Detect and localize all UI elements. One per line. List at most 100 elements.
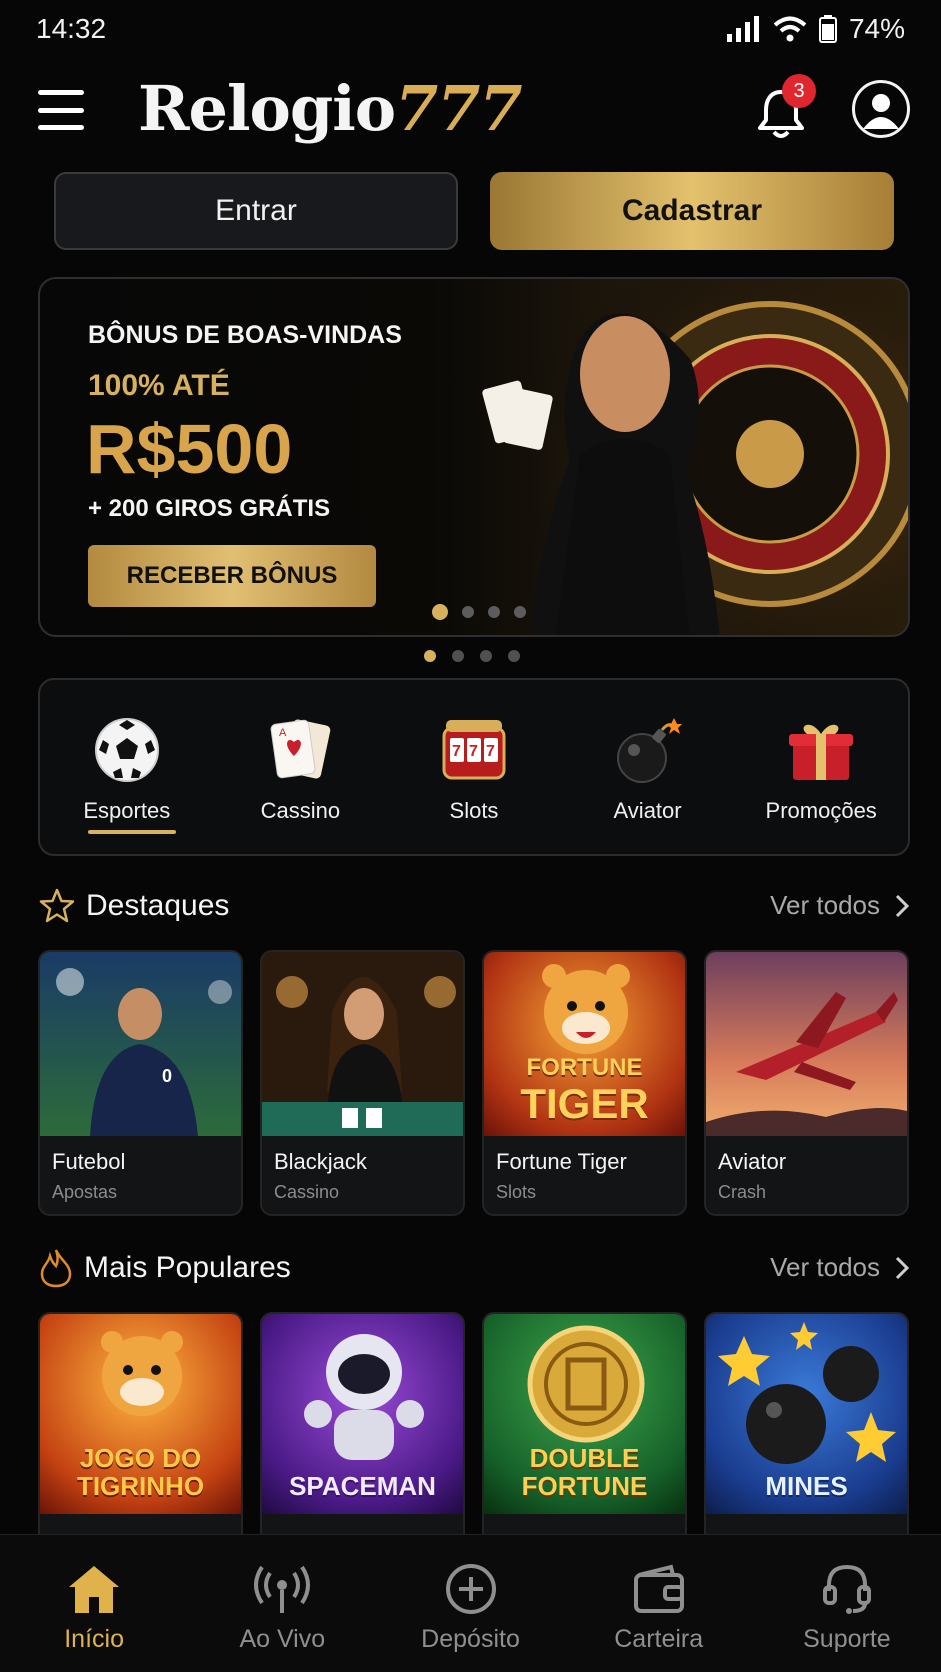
game-card-double-fortune[interactable]: DOUBLE FORTUNE xyxy=(482,1312,687,1552)
game-category: Crash xyxy=(718,1182,767,1202)
battery-level: 74% xyxy=(848,13,905,44)
logo[interactable]: Relogio777 xyxy=(138,72,523,145)
category-esportes[interactable]: Esportes xyxy=(40,680,214,854)
chevron-right-icon xyxy=(895,894,910,917)
fortune-tiger-art-line2: TIGER xyxy=(520,1080,649,1127)
nav-label: Suporte xyxy=(803,1625,891,1653)
nav-ao-vivo[interactable]: Ao Vivo xyxy=(188,1535,376,1672)
promo-banner[interactable]: BÔNUS DE BOAS-VINDAS 100% ATÉ R$500 + 20… xyxy=(38,277,910,637)
game-card-aviator[interactable]: Aviator Crash xyxy=(704,950,909,1216)
banner-roulette-image xyxy=(460,279,908,635)
game-name: Fortune Tiger xyxy=(496,1149,627,1174)
svg-text:7: 7 xyxy=(452,743,461,760)
banner-pagination xyxy=(432,604,526,620)
top-bar: Relogio777 3 xyxy=(0,62,941,162)
broadcast-icon xyxy=(254,1565,311,1613)
game-card-blackjack[interactable]: Blackjack Cassino xyxy=(260,950,465,1216)
category-label: Promoções xyxy=(765,798,877,823)
section-title: Destaques xyxy=(86,889,230,922)
nav-inicio[interactable]: Início xyxy=(0,1535,188,1672)
carousel-dot[interactable] xyxy=(508,650,520,662)
status-bar: 14:32 74% xyxy=(0,0,941,58)
see-all-label: Ver todos xyxy=(770,890,880,920)
battery-icon xyxy=(818,15,837,43)
category-slots[interactable]: 7 7 7 Slots xyxy=(387,680,561,854)
svg-text:0: 0 xyxy=(162,1066,172,1086)
status-icons: 74% xyxy=(726,13,905,45)
carousel-dot[interactable] xyxy=(480,650,492,662)
nav-label: Depósito xyxy=(421,1625,520,1653)
game-card-mines[interactable]: MINES xyxy=(704,1312,909,1552)
soccer-ball-icon xyxy=(94,718,159,782)
logo-text: Relogio xyxy=(138,72,396,145)
banner-percent: 100% ATÉ xyxy=(88,369,230,402)
wifi-icon xyxy=(773,16,807,42)
category-label: Esportes xyxy=(83,798,171,823)
game-name: Blackjack xyxy=(274,1149,367,1174)
popular-header: Mais Populares Ver todos xyxy=(38,1246,910,1290)
menu-icon-line xyxy=(38,90,84,95)
svg-text:A: A xyxy=(279,727,287,739)
popular-cards: JOGO DO TIGRINHO SPACEMAN DOUBLE FORTUNE… xyxy=(38,1312,910,1552)
category-aviator[interactable]: Aviator xyxy=(561,680,735,854)
user-icon xyxy=(863,94,899,129)
nav-carteira[interactable]: Carteira xyxy=(565,1535,753,1672)
bottom-nav: Início Ao Vivo Depósito Carteira Suporte xyxy=(0,1534,941,1672)
game-card-spaceman[interactable]: SPACEMAN xyxy=(260,1312,465,1552)
category-promocoes[interactable]: Promoções xyxy=(734,680,908,854)
signup-button[interactable]: Cadastrar xyxy=(490,172,894,250)
game-name: Futebol xyxy=(52,1149,126,1174)
aviator-thumbnail xyxy=(706,952,907,1136)
plus-circle-icon xyxy=(445,1564,496,1614)
see-all-popular-link[interactable]: Ver todos xyxy=(770,1252,910,1283)
nav-suporte[interactable]: Suporte xyxy=(753,1535,941,1672)
game-card-jogo-do-tigrinho[interactable]: JOGO DO TIGRINHO xyxy=(38,1312,243,1552)
game-name: Aviator xyxy=(718,1149,787,1174)
avatar[interactable] xyxy=(852,80,910,138)
fortune-tiger-art-line1: FORTUNE xyxy=(526,1054,643,1081)
wallet-icon xyxy=(633,1564,684,1613)
fortune-tiger-thumbnail: FORTUNE TIGER xyxy=(484,952,685,1136)
headset-icon xyxy=(822,1564,871,1614)
banner-dot[interactable] xyxy=(488,606,500,618)
tigrinho-thumbnail: JOGO DO TIGRINHO xyxy=(40,1314,241,1514)
nav-deposito[interactable]: Depósito xyxy=(376,1535,564,1672)
carousel-dot[interactable] xyxy=(452,650,464,662)
banner-dot[interactable] xyxy=(432,604,448,620)
login-button[interactable]: Entrar xyxy=(54,172,458,250)
banner-subtitle: BÔNUS DE BOAS-VINDAS xyxy=(88,321,402,349)
menu-icon-line xyxy=(38,125,84,130)
category-label: Aviator xyxy=(613,798,682,823)
double-fortune-thumbnail: DOUBLE FORTUNE xyxy=(484,1314,685,1514)
status-time: 14:32 xyxy=(36,13,107,44)
popular-title-line1: DOUBLE xyxy=(529,1443,640,1473)
game-card-futebol[interactable]: 0 Futebol Apostas xyxy=(38,950,243,1216)
banner-amount: R$500 xyxy=(86,410,293,488)
game-card-fortune-tiger[interactable]: FORTUNE TIGER Fortune Tiger Slots xyxy=(482,950,687,1216)
signal-icon xyxy=(726,16,759,42)
featured-header: Destaques Ver todos xyxy=(38,884,910,928)
receive-bonus-button[interactable]: RECEBER BÔNUS xyxy=(88,545,376,607)
popular-title-line1: JOGO DO xyxy=(79,1443,202,1473)
carousel-pagination xyxy=(424,650,520,662)
logo-number: 777 xyxy=(395,72,522,145)
popular-title-line2: FORTUNE xyxy=(521,1471,648,1501)
menu-button[interactable] xyxy=(38,90,84,130)
notification-badge: 3 xyxy=(782,74,816,108)
banner-dot[interactable] xyxy=(462,606,474,618)
category-cassino[interactable]: A Cassino xyxy=(214,680,388,854)
cards-icon: A xyxy=(270,719,331,779)
carousel-dot[interactable] xyxy=(424,650,436,662)
see-all-featured-link[interactable]: Ver todos xyxy=(770,890,910,921)
nav-label: Carteira xyxy=(614,1625,704,1653)
popular-title-line2: SPACEMAN xyxy=(289,1471,436,1501)
popular-title-line2: MINES xyxy=(765,1471,848,1501)
category-label: Cassino xyxy=(260,798,341,823)
bomb-icon xyxy=(616,718,682,783)
svg-text:7: 7 xyxy=(486,743,495,760)
banner-dot[interactable] xyxy=(514,606,526,618)
svg-text:7: 7 xyxy=(469,743,478,760)
blackjack-thumbnail xyxy=(262,952,463,1136)
home-icon xyxy=(69,1566,120,1613)
slot-machine-icon: 7 7 7 xyxy=(442,720,506,780)
